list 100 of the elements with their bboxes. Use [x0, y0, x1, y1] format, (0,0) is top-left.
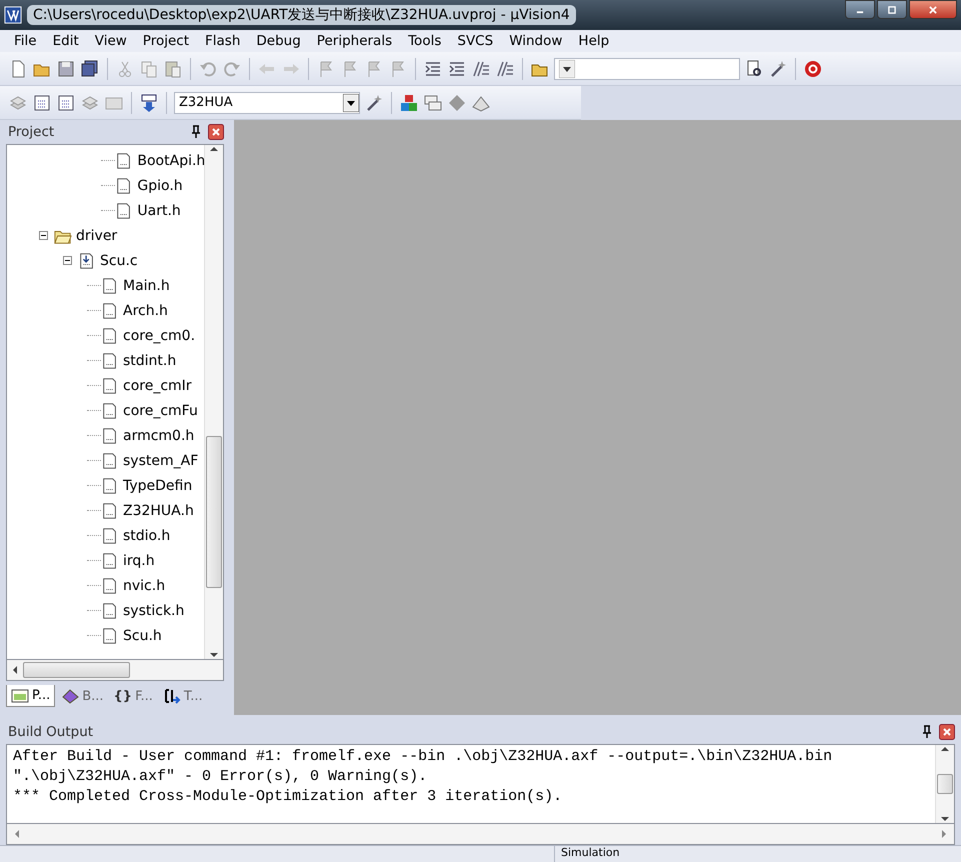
output-line: After Build - User command #1: fromelf.exe --bin .\obj\Z32HUA.axf --output=.\bin\Z32HUA.bin: [13, 747, 834, 767]
down-arrow-icon[interactable]: [210, 651, 218, 659]
window-title: C:\Users\rocedu\Desktop\exp2\UART发送与中断接收\Z32HUA.uvproj - µVision4: [27, 5, 576, 25]
tree-item[interactable]: driver: [76, 228, 118, 244]
expander[interactable]: [63, 256, 72, 265]
scroll-thumb[interactable]: [937, 774, 953, 794]
debug-icon[interactable]: [803, 58, 823, 78]
tree-item[interactable]: nvic.h: [123, 578, 166, 594]
pin-icon[interactable]: [190, 125, 202, 139]
file-icon: [101, 426, 119, 446]
panel-tab[interactable]: P...: [6, 685, 56, 707]
caret-icon: [559, 60, 575, 78]
tree-item[interactable]: Main.h: [123, 278, 170, 294]
close-button[interactable]: [909, 0, 957, 19]
menu-item[interactable]: Window: [501, 33, 570, 49]
maximize-button[interactable]: [877, 0, 907, 19]
tree-item[interactable]: systick.h: [123, 602, 184, 618]
up-arrow-icon[interactable]: [941, 745, 949, 753]
caret-icon: [343, 94, 359, 112]
tree-item[interactable]: system_AF: [123, 452, 198, 468]
menu-item[interactable]: Debug: [248, 33, 309, 49]
window-icon[interactable]: [423, 92, 443, 112]
file-icon: [101, 576, 119, 596]
save-all-icon[interactable]: [80, 58, 100, 78]
file-icon: [101, 450, 119, 470]
save-icon[interactable]: [56, 58, 76, 78]
braces-icon: {}: [114, 688, 132, 704]
menu-item[interactable]: File: [6, 33, 45, 49]
status-text: Simulation: [554, 846, 641, 862]
file-icon: [78, 250, 96, 270]
scroll-thumb[interactable]: [23, 662, 130, 678]
build-icon[interactable]: [56, 92, 76, 112]
expander[interactable]: [39, 231, 48, 240]
book-icon: [61, 688, 80, 704]
menu-item[interactable]: SVCS: [449, 33, 502, 49]
tree-item[interactable]: core_cmIr: [123, 378, 192, 394]
file-icon: [101, 376, 119, 396]
minimize-button[interactable]: [845, 0, 875, 19]
tree-item[interactable]: core_cm0.: [123, 328, 196, 344]
tree-item[interactable]: Z32HUA.h: [123, 502, 194, 518]
close-icon[interactable]: [939, 724, 955, 740]
file-icon: [101, 300, 119, 320]
up-arrow-icon[interactable]: [210, 145, 218, 153]
file-icon: [101, 476, 119, 496]
paste-icon[interactable]: [163, 58, 183, 78]
menu-item[interactable]: Peripherals: [308, 33, 400, 49]
tree-item[interactable]: Scu.h: [123, 628, 162, 644]
tree-item[interactable]: core_cmFu: [123, 402, 198, 418]
panel-tab[interactable]: {} F...: [110, 685, 157, 707]
tree-item[interactable]: stdint.h: [123, 352, 176, 368]
panel-tab[interactable]: T...: [158, 685, 207, 707]
file-icon: [101, 626, 119, 646]
file-icon: [101, 500, 119, 520]
tree-item[interactable]: Arch.h: [123, 302, 168, 318]
tree-item[interactable]: TypeDefin: [123, 478, 192, 494]
tree-item[interactable]: stdio.h: [123, 528, 170, 544]
target-dropdown[interactable]: Z32HUA: [174, 92, 360, 114]
tree-item[interactable]: BootApi.h: [137, 152, 204, 168]
left-arrow-icon[interactable]: [11, 666, 19, 674]
menu-item[interactable]: Flash: [197, 33, 248, 49]
component-icon[interactable]: [399, 92, 419, 112]
diamond-icon[interactable]: [447, 92, 467, 112]
down-arrow-icon[interactable]: [941, 815, 949, 823]
menu-item[interactable]: View: [86, 33, 135, 49]
menu-item[interactable]: Tools: [400, 33, 450, 49]
close-icon: [929, 6, 937, 14]
output-line: *** Completed Cross-Module-Optimization after 3 iteration(s).: [13, 787, 564, 807]
panel-title: Project: [8, 124, 54, 140]
tree-item[interactable]: armcm0.h: [123, 428, 194, 444]
build-icon[interactable]: [32, 92, 52, 112]
search-field[interactable]: [554, 58, 740, 80]
panel-tab[interactable]: B...: [57, 685, 108, 707]
file-icon: [101, 550, 119, 570]
panel-title: Build Output: [8, 724, 94, 740]
scrollbar[interactable]: [6, 824, 955, 845]
tree-item[interactable]: Gpio.h: [137, 178, 183, 194]
output-line: ".\obj\Z32HUA.axf" - 0 Error(s), 0 Warning(s).: [13, 767, 428, 787]
file-icon: [101, 400, 119, 420]
download-icon[interactable]: [139, 92, 159, 112]
menu-item[interactable]: Help: [570, 33, 618, 49]
file-icon: [101, 350, 119, 370]
file-icon: [101, 326, 119, 346]
menu-item[interactable]: Edit: [44, 33, 87, 49]
scroll-thumb[interactable]: [206, 436, 222, 588]
tree-item[interactable]: irq.h: [123, 552, 155, 568]
pin-icon[interactable]: [921, 725, 933, 739]
file-icon: [101, 526, 119, 546]
maximize-icon: [888, 6, 896, 14]
bracket-arrow-icon: [162, 688, 181, 704]
file-icon: [101, 600, 119, 620]
target-name: Z32HUA: [179, 95, 233, 110]
window-icon: [11, 688, 29, 704]
menu-item[interactable]: Project: [134, 33, 197, 49]
tree-item[interactable]: Uart.h: [137, 202, 181, 218]
scrollbar[interactable]: [6, 660, 224, 681]
app-icon: [4, 6, 22, 24]
close-icon[interactable]: [208, 124, 224, 140]
tree-item[interactable]: Scu.c: [100, 252, 138, 268]
file-icon: [101, 276, 119, 296]
right-arrow-icon[interactable]: [940, 830, 948, 838]
